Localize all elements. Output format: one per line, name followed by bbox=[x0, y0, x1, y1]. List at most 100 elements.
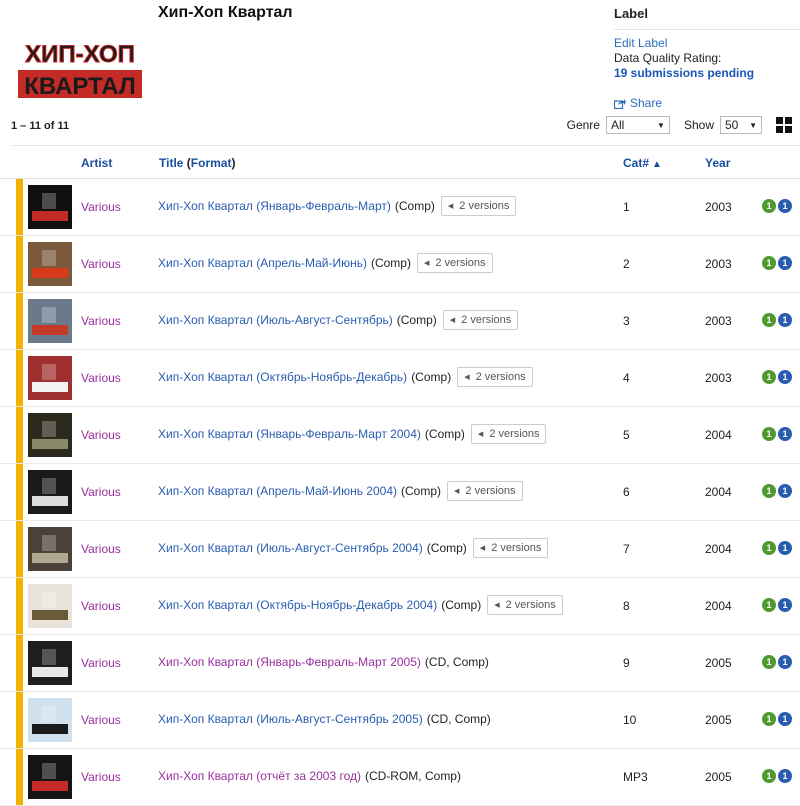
release-title-link[interactable]: Хип-Хоп Квартал (отчёт за 2003 год) bbox=[158, 769, 361, 783]
versions-button[interactable]: ◀ 2 versions bbox=[487, 595, 563, 615]
catalog-number: 7 bbox=[623, 542, 630, 556]
release-title-link[interactable]: Хип-Хоп Квартал (Январь-Февраль-Март 200… bbox=[158, 655, 421, 669]
release-year: 2004 bbox=[705, 599, 732, 613]
row-badges: 1 1 bbox=[762, 313, 792, 327]
thumb-accent bbox=[32, 325, 68, 335]
release-title-link[interactable]: Хип-Хоп Квартал (Апрель-Май-Июнь) bbox=[158, 256, 367, 270]
column-cat[interactable]: Cat# ▲ bbox=[623, 156, 662, 170]
versions-button[interactable]: ◀ 2 versions bbox=[440, 196, 517, 216]
release-thumbnail[interactable] bbox=[28, 185, 72, 229]
thumb-accent bbox=[32, 667, 68, 677]
versions-button[interactable]: ◀ 2 versions bbox=[472, 538, 549, 558]
row-badges: 1 1 bbox=[762, 541, 792, 555]
release-thumbnail[interactable] bbox=[28, 356, 72, 400]
artist-link[interactable]: Various bbox=[81, 371, 121, 385]
artist-link[interactable]: Various bbox=[81, 428, 121, 442]
row-accent-bar bbox=[16, 179, 23, 235]
have-count-badge[interactable]: 1 bbox=[762, 769, 776, 783]
artist-link[interactable]: Various bbox=[81, 314, 121, 328]
grid-view-icon[interactable] bbox=[776, 117, 792, 133]
column-artist[interactable]: Artist bbox=[81, 156, 112, 170]
release-thumbnail[interactable] bbox=[28, 641, 72, 685]
release-format: (CD, Comp) bbox=[426, 712, 491, 726]
have-count-badge[interactable]: 1 bbox=[762, 427, 776, 441]
release-title-link[interactable]: Хип-Хоп Квартал (Январь-Февраль-Март 200… bbox=[158, 427, 421, 441]
genre-select[interactable]: All ▼ bbox=[605, 116, 670, 134]
want-count-badge[interactable]: 1 bbox=[778, 655, 792, 669]
artist-link[interactable]: Various bbox=[81, 542, 121, 556]
row-badges: 1 1 bbox=[762, 256, 792, 270]
artist-link[interactable]: Various bbox=[81, 599, 121, 613]
release-thumbnail[interactable] bbox=[28, 755, 72, 799]
have-count-badge[interactable]: 1 bbox=[762, 484, 776, 498]
want-count-badge[interactable]: 1 bbox=[778, 712, 792, 726]
thumb-figure bbox=[42, 478, 56, 494]
release-title-link[interactable]: Хип-Хоп Квартал (Январь-Февраль-Март) bbox=[158, 199, 391, 213]
artist-link[interactable]: Various bbox=[81, 713, 121, 727]
want-count-badge[interactable]: 1 bbox=[778, 598, 792, 612]
logo-text-top: ХИП-ХОП bbox=[25, 41, 135, 68]
versions-button[interactable]: ◀ 2 versions bbox=[470, 424, 547, 444]
versions-label: 2 versions bbox=[465, 485, 516, 497]
catalog-number: 10 bbox=[623, 713, 637, 727]
pending-submissions-link[interactable]: 19 submissions pending bbox=[614, 66, 754, 80]
release-thumbnail[interactable] bbox=[28, 698, 72, 742]
release-thumbnail[interactable] bbox=[28, 299, 72, 343]
thumb-accent bbox=[32, 553, 68, 563]
have-count-badge[interactable]: 1 bbox=[762, 370, 776, 384]
release-title-link[interactable]: Хип-Хоп Квартал (Июль-Август-Сентябрь 20… bbox=[158, 541, 423, 555]
artist-link[interactable]: Various bbox=[81, 770, 121, 784]
release-title-link[interactable]: Хип-Хоп Квартал (Июль-Август-Сентябрь) bbox=[158, 313, 393, 327]
have-count-badge[interactable]: 1 bbox=[762, 313, 776, 327]
have-count-badge[interactable]: 1 bbox=[762, 598, 776, 612]
logo-text-bottom: КВАРТАЛ bbox=[24, 73, 135, 100]
release-title-link[interactable]: Хип-Хоп Квартал (Октябрь-Ноябрь-Декабрь … bbox=[158, 598, 437, 612]
have-count-badge[interactable]: 1 bbox=[762, 655, 776, 669]
release-thumbnail[interactable] bbox=[28, 470, 72, 514]
versions-button[interactable]: ◀ 2 versions bbox=[416, 253, 493, 273]
want-count-badge[interactable]: 1 bbox=[778, 484, 792, 498]
want-count-badge[interactable]: 1 bbox=[778, 313, 792, 327]
catalog-number: 2 bbox=[623, 257, 630, 271]
share-button[interactable]: Share bbox=[614, 96, 662, 110]
thumb-accent bbox=[32, 211, 68, 221]
release-title-link[interactable]: Хип-Хоп Квартал (Апрель-Май-Июнь 2004) bbox=[158, 484, 397, 498]
artist-link[interactable]: Various bbox=[81, 485, 121, 499]
have-count-badge[interactable]: 1 bbox=[762, 712, 776, 726]
have-count-badge[interactable]: 1 bbox=[762, 199, 776, 213]
have-count-badge[interactable]: 1 bbox=[762, 541, 776, 555]
thumb-figure bbox=[42, 649, 56, 665]
versions-button[interactable]: ◀ 2 versions bbox=[457, 367, 533, 387]
edit-label-link[interactable]: Edit Label bbox=[614, 36, 800, 50]
want-count-badge[interactable]: 1 bbox=[778, 199, 792, 213]
table-row: Various Хип-Хоп Квартал (Октябрь-Ноябрь-… bbox=[0, 350, 800, 407]
release-format: (Comp) bbox=[441, 598, 482, 612]
artist-link[interactable]: Various bbox=[81, 200, 121, 214]
column-year[interactable]: Year bbox=[705, 156, 730, 170]
row-accent-bar bbox=[16, 635, 23, 691]
release-thumbnail[interactable] bbox=[28, 584, 72, 628]
want-count-badge[interactable]: 1 bbox=[778, 769, 792, 783]
versions-button[interactable]: ◀ 2 versions bbox=[447, 481, 523, 501]
want-count-badge[interactable]: 1 bbox=[778, 541, 792, 555]
want-count-badge[interactable]: 1 bbox=[778, 427, 792, 441]
artist-link[interactable]: Various bbox=[81, 656, 121, 670]
table-row: Various Хип-Хоп Квартал (Апрель-Май-Июнь… bbox=[0, 236, 800, 293]
artist-link[interactable]: Various bbox=[81, 257, 121, 271]
release-thumbnail[interactable] bbox=[28, 413, 72, 457]
column-format-link[interactable]: Format bbox=[191, 156, 232, 170]
want-count-badge[interactable]: 1 bbox=[778, 256, 792, 270]
versions-button[interactable]: ◀ 2 versions bbox=[442, 310, 519, 330]
release-title-link[interactable]: Хип-Хоп Квартал (Октябрь-Ноябрь-Декабрь) bbox=[158, 370, 407, 384]
show-select[interactable]: 50 ▼ bbox=[720, 116, 762, 134]
row-accent-bar bbox=[16, 749, 23, 805]
column-title-link[interactable]: Title bbox=[159, 156, 183, 170]
release-thumbnail[interactable] bbox=[28, 527, 72, 571]
release-format: (Comp) bbox=[426, 541, 467, 555]
want-count-badge[interactable]: 1 bbox=[778, 370, 792, 384]
thumb-figure bbox=[42, 592, 56, 608]
release-title-link[interactable]: Хип-Хоп Квартал (Июль-Август-Сентябрь 20… bbox=[158, 712, 423, 726]
release-thumbnail[interactable] bbox=[28, 242, 72, 286]
caret-left-icon: ◀ bbox=[477, 431, 484, 438]
have-count-badge[interactable]: 1 bbox=[762, 256, 776, 270]
